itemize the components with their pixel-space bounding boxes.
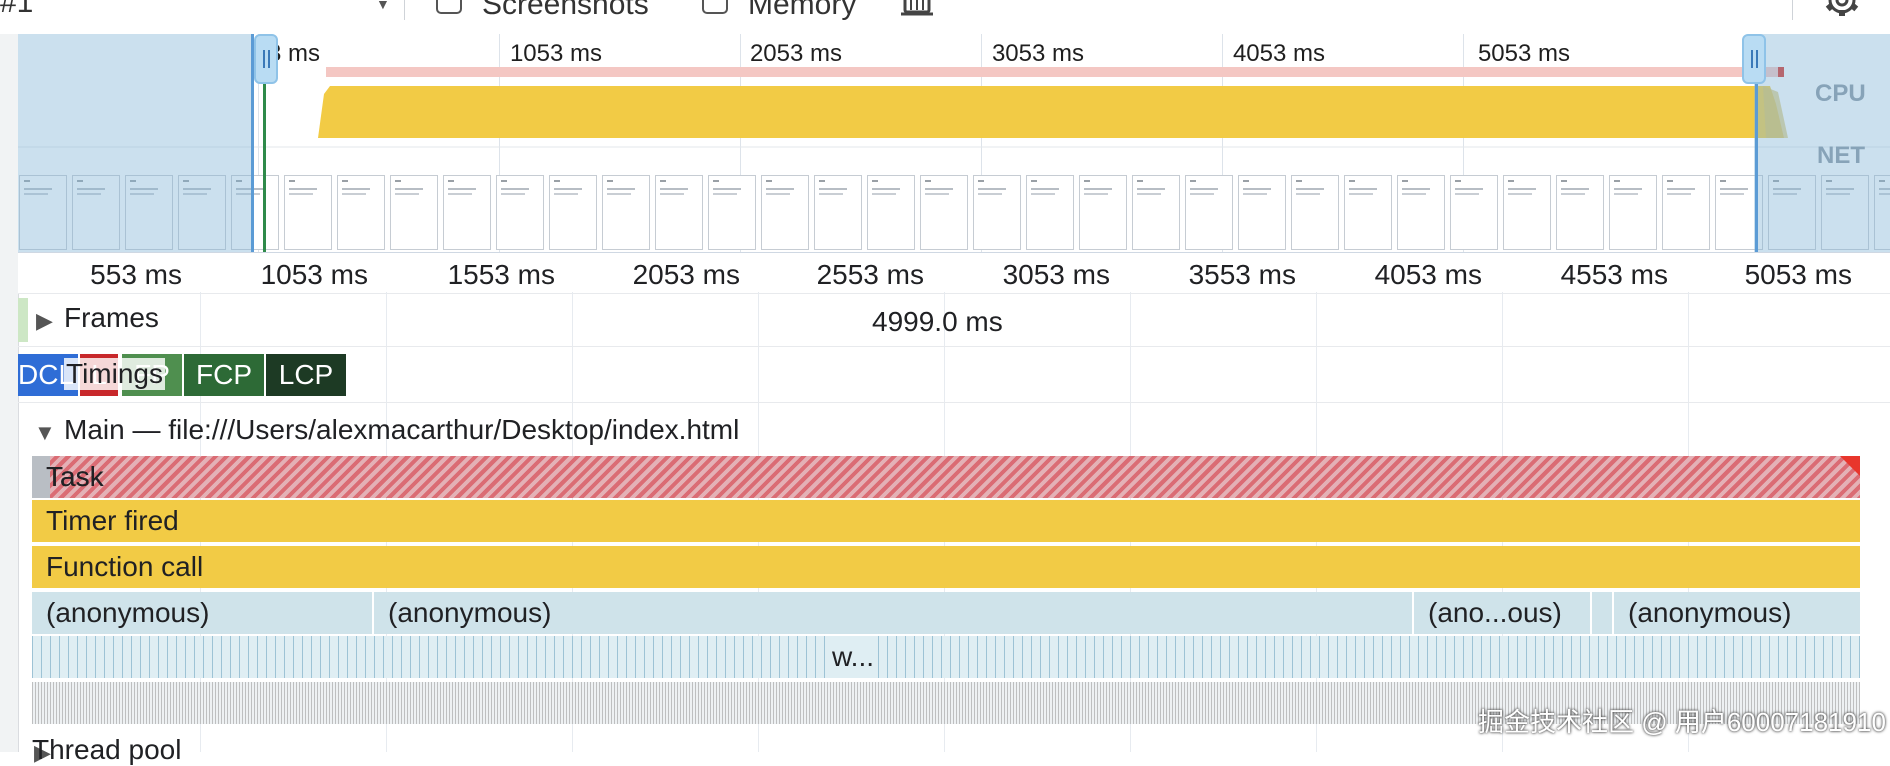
chevron-down-icon[interactable]: ▼ [376,0,390,12]
frames-track-title[interactable]: Frames [64,302,159,334]
toolbar-divider [404,0,405,20]
screenshot-thumbnail [1556,175,1604,250]
nested-call-label: w... [828,636,879,678]
memory-checkbox[interactable] [702,0,728,14]
nested-calls-row[interactable] [32,636,1860,678]
ruler-label: 2553 ms [816,259,924,290]
cpu-activity-chart [18,86,1890,148]
screenshot-thumbnail [443,175,491,250]
screenshot-thumbnail [708,175,756,250]
track-divider [18,402,1890,403]
screenshot-thumbnail [1609,175,1657,250]
screenshot-thumbnail [496,175,544,250]
frame-marker [18,298,28,342]
expand-triangle-icon[interactable]: ▶ [36,308,53,334]
timing-marker-lcp[interactable]: LCP [266,354,346,396]
track-divider [18,346,1890,347]
recording-selector[interactable]: #1 [0,0,33,20]
screenshot-thumbnail [1450,175,1498,250]
screenshot-thumbnail [973,175,1021,250]
performance-toolbar: #1 ▼ Screenshots Memory [0,0,1890,35]
time-ruler: 553 ms 1053 ms 1553 ms 2053 ms 2553 ms 3… [18,252,1890,294]
ruler-label: 4053 ms [1374,259,1482,290]
thread-pool-track-title[interactable]: Thread pool [32,734,181,766]
screenshot-thumbnail [1079,175,1127,250]
screenshot-thumbnail [1291,175,1339,250]
screenshot-thumbnail [337,175,385,250]
screenshot-thumbnail [549,175,597,250]
screenshot-thumbnail [814,175,862,250]
anonymous-call-bar[interactable]: (anonymous) [374,592,1412,634]
memory-checkbox-label: Memory [748,0,857,21]
anonymous-call-bar[interactable]: (anonymous) [32,592,372,634]
screenshot-thumbnail [390,175,438,250]
screenshot-thumbnail [1344,175,1392,250]
timeline-overview[interactable]: 53 ms 1053 ms 2053 ms 3053 ms 4053 ms 50… [18,34,1890,252]
screenshot-thumbnail [1026,175,1074,250]
screenshot-thumbnail [1503,175,1551,250]
screenshots-checkbox-label: Screenshots [482,0,649,21]
screenshot-thumbnail [655,175,703,250]
unselected-region-right [1754,34,1890,252]
screenshots-checkbox[interactable] [436,0,462,14]
main-thread-title[interactable]: Main — file:///Users/alexmacarthur/Deskt… [64,414,739,446]
screenshot-thumbnail [1662,175,1710,250]
frame-duration[interactable]: 4999.0 ms [872,306,1003,338]
task-label: Task [46,461,104,492]
settings-gear-icon[interactable] [1822,0,1862,20]
collapse-triangle-icon[interactable]: ▼ [34,420,56,446]
selection-start-handle[interactable] [254,34,278,84]
timings-track-title[interactable]: Timings [64,358,165,390]
ruler-label: 553 ms [90,259,182,290]
screenshot-thumbnail [867,175,915,250]
screenshot-thumbnail [761,175,809,250]
selection-end-handle[interactable] [1742,34,1766,84]
ruler-label: 3553 ms [1188,259,1296,290]
ruler-label: 4553 ms [1560,259,1668,290]
toolbar-divider [1792,0,1793,20]
screenshot-filmstrip [18,170,1890,250]
screenshot-thumbnail [284,175,332,250]
screenshot-thumbnail [1132,175,1180,250]
screenshot-thumbnail [1397,175,1445,250]
screenshot-thumbnail [920,175,968,250]
anonymous-call-bar[interactable]: (anonymous) [1614,592,1860,634]
long-task-warning-icon [1840,456,1860,476]
function-call-bar[interactable]: Function call [32,546,1860,588]
anonymous-call-bar[interactable]: (ano...ous) [1414,592,1590,634]
screenshot-thumbnail [1238,175,1286,250]
ruler-label: 1553 ms [447,259,555,290]
unselected-region-left [18,34,254,252]
ruler-label: 5053 ms [1744,259,1852,290]
ruler-label: 2053 ms [632,259,740,290]
screenshot-thumbnail [1185,175,1233,250]
watermark: 掘金技术社区 @ 用户60007181910 [1478,707,1886,737]
track-gutter [0,34,19,752]
timer-fired-bar[interactable]: Timer fired [32,500,1860,542]
task-bar[interactable]: Task [32,456,1860,498]
anonymous-call-bar[interactable] [1592,592,1612,634]
ruler-label: 1053 ms [260,259,368,290]
timing-marker-fcp[interactable]: FCP [184,354,264,396]
collect-garbage-icon[interactable] [901,0,933,16]
ruler-label: 3053 ms [1002,259,1110,290]
screenshot-thumbnail [602,175,650,250]
